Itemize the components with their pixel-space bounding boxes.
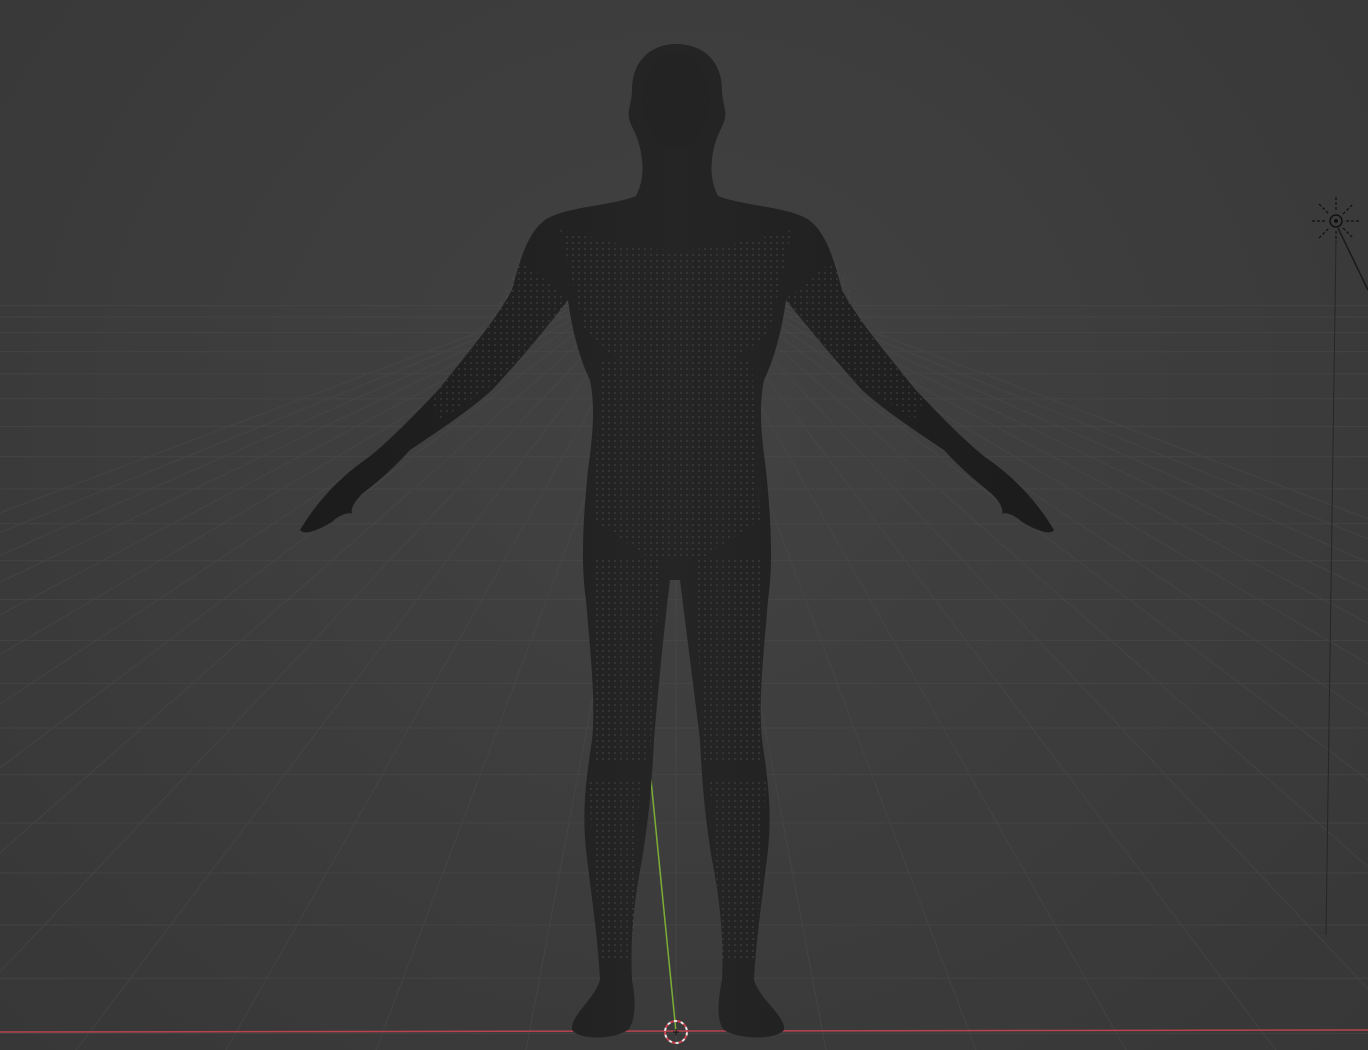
viewport-canvas[interactable]: [0, 0, 1368, 1050]
viewport-3d[interactable]: [0, 0, 1368, 1050]
grid-line-depth: [75, 299, 645, 1050]
grid-line-depth: [0, 299, 597, 616]
grid-line-depth: [787, 299, 1368, 520]
y-axis-line: [649, 769, 677, 1033]
grid-line-depth: [0, 299, 573, 533]
grid-line-depth: [707, 299, 1277, 1050]
head-shading: [642, 52, 710, 148]
grid-line-depth: [771, 299, 1368, 563]
light-vertical-line: [1325, 239, 1337, 936]
grid-line-depth: [0, 299, 629, 854]
human-mesh-vertices: [430, 230, 924, 960]
grid-line-depth: [0, 299, 565, 514]
grid-line-depth: [715, 299, 1368, 990]
human-mesh[interactable]: [300, 44, 1054, 1038]
grid-line-depth: [763, 299, 1368, 591]
grid-line-depth: [0, 299, 605, 656]
light-direction-line: [1337, 227, 1368, 291]
grid-line-depth: [0, 299, 621, 769]
sun-light-icon[interactable]: [1312, 197, 1360, 245]
grid-line-depth: [0, 299, 613, 705]
grid-line-depth: [723, 299, 1368, 868]
grid-line-depth: [779, 299, 1368, 540]
grid-line-depth: [731, 299, 1368, 781]
grid-line-depth: [0, 299, 637, 973]
x-axis-line: [0, 1029, 1368, 1033]
